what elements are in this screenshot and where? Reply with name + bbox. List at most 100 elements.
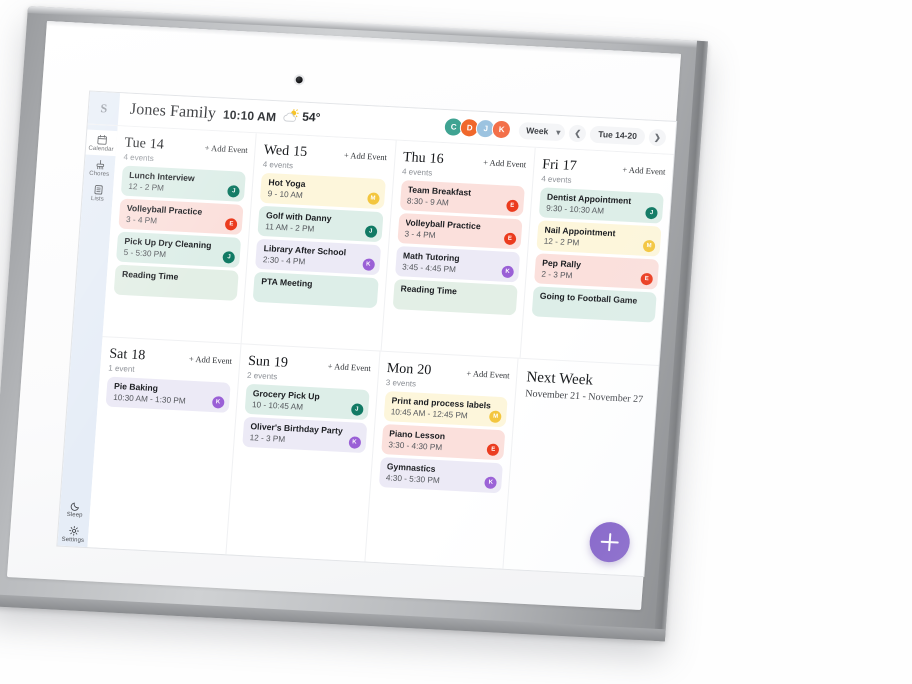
clock: 10:10 AM xyxy=(223,108,277,125)
event-list: Lunch Interview12 - 2 PMJVolleyball Prac… xyxy=(114,166,247,301)
plus-icon xyxy=(600,533,619,552)
event-card[interactable]: Team Breakfast8:30 - 9 AME xyxy=(399,180,524,216)
event-list: Grocery Pick Up10 - 10:45 AMJOliver's Bi… xyxy=(242,384,369,453)
add-event-button[interactable]: + Add Event xyxy=(483,157,527,169)
sidebar-item-chores[interactable]: Chores xyxy=(84,155,116,182)
event-title: Reading Time xyxy=(400,283,511,299)
event-avatar: K xyxy=(348,436,361,449)
day-name: Fri xyxy=(542,157,559,173)
event-card[interactable]: Gymnastics4:30 - 5:30 PMK xyxy=(378,457,503,493)
week-row-bottom: Sat18+ Add Event1 eventPie Baking10:30 A… xyxy=(87,337,658,576)
touchscreen: S Jones Family 10:10 AM xyxy=(57,92,676,576)
calendar-icon xyxy=(96,134,108,146)
sidebar-item-label: Chores xyxy=(89,171,109,178)
brand-logo: S xyxy=(88,92,120,126)
add-event-button[interactable]: + Add Event xyxy=(327,361,371,373)
date-range-button[interactable]: Tue 14-20 xyxy=(590,125,646,145)
event-avatar: J xyxy=(364,225,377,238)
day-name: Sat xyxy=(109,347,128,363)
day-number: 14 xyxy=(149,137,164,153)
day-name: Mon xyxy=(386,361,414,377)
event-card[interactable]: Going to Football Game xyxy=(531,286,656,322)
event-card[interactable]: Pep Rally2 - 3 PME xyxy=(534,253,659,289)
event-card[interactable]: Piano Lesson3:30 - 4:30 PME xyxy=(381,424,506,460)
event-card[interactable]: Golf with Danny11 AM - 2 PMJ xyxy=(258,206,383,242)
event-list: Team Breakfast8:30 - 9 AMEVolleyball Pra… xyxy=(392,180,525,315)
member-avatar-group[interactable]: C D J K xyxy=(444,117,512,139)
day-name: Wed xyxy=(263,143,289,159)
event-card[interactable]: Nail Appointment12 - 2 PMM xyxy=(536,220,661,256)
event-card[interactable]: Pick Up Dry Cleaning5 - 5:30 PMJ xyxy=(116,232,241,268)
sidebar-item-calendar[interactable]: Calendar xyxy=(86,130,118,157)
event-card[interactable]: Reading Time xyxy=(114,265,239,301)
day-number: 20 xyxy=(417,363,432,379)
event-card[interactable]: Pie Baking10:30 AM - 1:30 PMK xyxy=(106,377,231,413)
event-card[interactable]: Hot Yoga9 - 10 AMM xyxy=(260,173,385,209)
event-card[interactable]: Print and process labels10:45 AM - 12:45… xyxy=(383,391,508,427)
add-event-button[interactable]: + Add Event xyxy=(204,143,248,155)
sidebar-item-label: Lists xyxy=(91,196,104,203)
add-event-button[interactable]: + Add Event xyxy=(189,354,233,366)
add-event-button[interactable]: + Add Event xyxy=(466,368,510,380)
day-name: Thu xyxy=(402,150,426,166)
day-title: Sun19 xyxy=(247,352,288,372)
event-card[interactable]: Grocery Pick Up10 - 10:45 AMJ xyxy=(244,384,369,420)
event-list: Pie Baking10:30 AM - 1:30 PMK xyxy=(106,377,231,413)
event-card[interactable]: PTA Meeting xyxy=(253,272,378,308)
day-title: Tue14 xyxy=(124,134,165,154)
chevron-left-icon: ❮ xyxy=(574,128,581,137)
event-card[interactable]: Lunch Interview12 - 2 PMJ xyxy=(121,166,246,202)
day-number: 19 xyxy=(273,355,288,371)
day-column-sat: Sat18+ Add Event1 eventPie Baking10:30 A… xyxy=(87,337,241,554)
sun-behind-cloud-icon xyxy=(283,109,300,123)
event-card[interactable]: Library After School2:30 - 4 PMK xyxy=(255,239,380,275)
view-select[interactable]: Week ▾ xyxy=(519,121,566,140)
sidebar-item-settings[interactable]: Settings xyxy=(57,521,89,548)
calendar-app: S Jones Family 10:10 AM xyxy=(57,92,676,576)
event-title: Reading Time xyxy=(122,269,233,285)
event-card[interactable]: Math Tutoring3:45 - 4:45 PMK xyxy=(395,246,520,282)
sidebar-item-label: Calendar xyxy=(88,146,114,153)
event-avatar: J xyxy=(350,403,363,416)
day-title: Wed15 xyxy=(263,141,308,161)
add-event-button[interactable]: + Add Event xyxy=(622,164,666,176)
day-column-wed: Wed15+ Add Event4 eventsHot Yoga9 - 10 A… xyxy=(242,133,396,350)
event-card[interactable]: Volleyball Practice3 - 4 PME xyxy=(397,213,522,249)
event-card[interactable]: Oliver's Birthday Party12 - 3 PMK xyxy=(242,417,367,453)
next-week-button[interactable]: ❯ xyxy=(648,128,666,146)
event-card[interactable]: Dentist Appointment9:30 - 10:30 AMJ xyxy=(539,187,664,223)
day-number: 18 xyxy=(131,348,146,364)
event-list: Dentist Appointment9:30 - 10:30 AMJNail … xyxy=(531,187,664,322)
event-list: Print and process labels10:45 AM - 12:45… xyxy=(378,391,508,493)
list-icon xyxy=(92,184,104,196)
chevron-down-icon: ▾ xyxy=(556,127,561,136)
day-column-sun: Sun19+ Add Event2 eventsGrocery Pick Up1… xyxy=(226,344,380,561)
view-select-label: Week xyxy=(526,125,549,136)
temperature: 54° xyxy=(302,109,321,124)
day-number: 17 xyxy=(562,158,577,174)
event-card[interactable]: Reading Time xyxy=(392,279,517,315)
event-title: Going to Football Game xyxy=(539,291,650,307)
event-list: Hot Yoga9 - 10 AMMGolf with Danny11 AM -… xyxy=(253,173,386,308)
next-week-panel[interactable]: Next WeekNovember 21 - November 27 xyxy=(504,359,659,576)
device-bezel: S Jones Family 10:10 AM xyxy=(7,21,681,610)
day-column-tue: Tue14+ Add Event4 eventsLunch Interview1… xyxy=(103,126,257,343)
event-title: PTA Meeting xyxy=(261,276,372,292)
camera-icon xyxy=(295,76,303,83)
sidebar-item-sleep[interactable]: Sleep xyxy=(59,496,91,523)
sidebar-item-label: Settings xyxy=(61,537,84,544)
add-event-button[interactable]: + Add Event xyxy=(344,150,388,162)
day-number: 15 xyxy=(293,144,308,160)
prev-week-button[interactable]: ❮ xyxy=(569,124,587,142)
event-card[interactable]: Volleyball Practice3 - 4 PME xyxy=(118,199,243,235)
weather-widget: 54° xyxy=(283,108,321,124)
page-title: Jones Family xyxy=(129,101,216,123)
day-title: Thu16 xyxy=(402,148,444,168)
day-name: Sun xyxy=(248,354,271,370)
sidebar-item-lists[interactable]: Lists xyxy=(82,180,114,207)
week-grid: Tue14+ Add Event4 eventsLunch Interview1… xyxy=(87,126,673,576)
day-column-fri: Fri17+ Add Event4 eventsDentist Appointm… xyxy=(520,148,673,365)
avatar[interactable]: K xyxy=(492,119,512,139)
event-avatar: M xyxy=(367,192,380,205)
day-number: 16 xyxy=(429,151,444,167)
